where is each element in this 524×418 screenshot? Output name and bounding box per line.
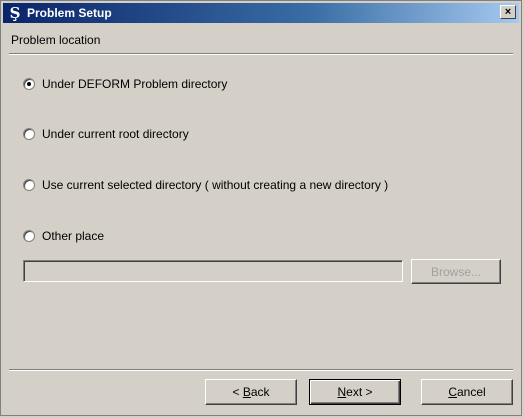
window-title: Problem Setup [27, 6, 112, 20]
option-deform-problem-directory[interactable]: Under DEFORM Problem directory [23, 76, 227, 92]
bottom-separator [9, 369, 513, 371]
radio-button[interactable] [23, 230, 35, 242]
radio-button[interactable] [23, 128, 35, 140]
cancel-accelerator: C [448, 385, 457, 399]
other-place-path-input[interactable] [23, 260, 403, 282]
radio-button-checked[interactable] [23, 78, 35, 90]
option-label: Under DEFORM Problem directory [42, 77, 228, 91]
deform-app-icon: Ş [9, 4, 21, 22]
close-icon: × [504, 5, 512, 18]
back-accelerator: B [242, 385, 251, 399]
option-label: Other place [42, 229, 105, 243]
next-accelerator: N [337, 385, 347, 399]
problem-setup-dialog: Ş Problem Setup × Problem location Under… [0, 0, 522, 416]
browse-button[interactable]: Browse... [411, 259, 501, 284]
option-current-root-directory[interactable]: Under current root directory [23, 126, 189, 142]
option-label: Under current root directory [42, 127, 189, 141]
next-label-rest: ext > [346, 385, 373, 399]
title-bar[interactable]: Ş Problem Setup × [3, 3, 519, 23]
next-button[interactable]: Next > [309, 379, 401, 405]
close-button[interactable]: × [500, 5, 516, 19]
section-label: Problem location [11, 33, 101, 47]
back-label-rest: ack [250, 385, 270, 399]
radio-dot [27, 82, 31, 86]
option-other-place[interactable]: Other place [23, 228, 104, 244]
top-separator [9, 53, 513, 55]
cancel-button[interactable]: Cancel [421, 379, 513, 405]
back-button[interactable]: < Back [205, 379, 297, 405]
cancel-label-rest: ancel [456, 385, 486, 399]
option-current-selected-directory[interactable]: Use current selected directory ( without… [23, 177, 388, 193]
back-prefix: < [232, 385, 243, 399]
option-label: Use current selected directory ( without… [42, 178, 389, 192]
radio-button[interactable] [23, 179, 35, 191]
